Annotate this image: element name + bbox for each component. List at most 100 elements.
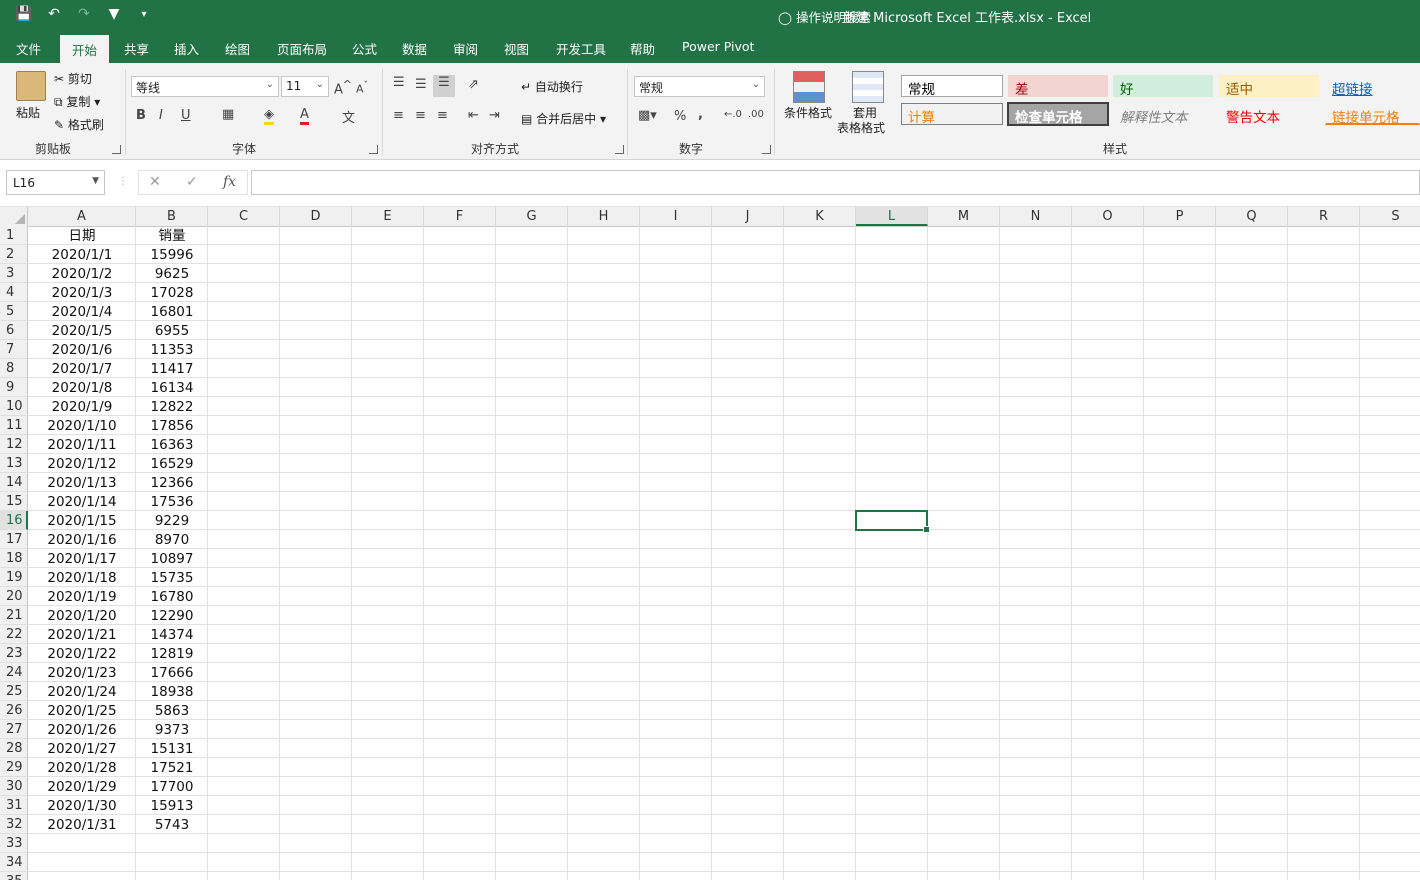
- cell-B23[interactable]: 12819: [136, 644, 208, 663]
- cell-A29[interactable]: 2020/1/28: [28, 758, 136, 777]
- grow-font-icon[interactable]: A^: [334, 78, 352, 97]
- increase-indent-icon[interactable]: ⇥: [489, 108, 500, 123]
- cell-style-7[interactable]: 解释性文本: [1113, 103, 1213, 126]
- row-header-7[interactable]: 7: [0, 340, 28, 359]
- customize-icon[interactable]: ▾: [134, 9, 154, 20]
- row-header-3[interactable]: 3: [0, 264, 28, 283]
- row-header-20[interactable]: 20: [0, 587, 28, 606]
- tab-8[interactable]: 审阅: [453, 39, 478, 58]
- cell-A22[interactable]: 2020/1/21: [28, 625, 136, 644]
- cell-style-1[interactable]: 差: [1008, 75, 1108, 98]
- column-header-A[interactable]: A: [28, 207, 136, 226]
- cell-B5[interactable]: 16801: [136, 302, 208, 321]
- cell-A10[interactable]: 2020/1/9: [28, 397, 136, 416]
- cell-B27[interactable]: 9373: [136, 720, 208, 739]
- column-header-P[interactable]: P: [1144, 207, 1216, 226]
- cell-A18[interactable]: 2020/1/17: [28, 549, 136, 568]
- cell-B28[interactable]: 15131: [136, 739, 208, 758]
- tell-me-search[interactable]: ◯ 操作说明搜索: [778, 7, 871, 26]
- align-center-icon[interactable]: ≡: [415, 108, 426, 123]
- cell-B22[interactable]: 14374: [136, 625, 208, 644]
- number-launcher[interactable]: [762, 145, 771, 154]
- column-header-S[interactable]: S: [1360, 207, 1420, 226]
- row-header-14[interactable]: 14: [0, 473, 28, 492]
- column-header-K[interactable]: K: [784, 207, 856, 226]
- column-header-Q[interactable]: Q: [1216, 207, 1288, 226]
- cell-style-2[interactable]: 好: [1113, 75, 1213, 98]
- cell-B9[interactable]: 16134: [136, 378, 208, 397]
- column-header-L[interactable]: L: [856, 207, 928, 226]
- insert-function-icon[interactable]: fx: [223, 174, 236, 190]
- formula-input[interactable]: [251, 170, 1420, 195]
- cell-A27[interactable]: 2020/1/26: [28, 720, 136, 739]
- conditional-format-icon[interactable]: [793, 71, 825, 103]
- paste-icon[interactable]: [16, 71, 46, 101]
- align-bottom-icon[interactable]: ☰: [433, 75, 455, 97]
- row-header-6[interactable]: 6: [0, 321, 28, 340]
- number-format-combo[interactable]: 常规 ⌄: [634, 76, 765, 97]
- cell-A23[interactable]: 2020/1/22: [28, 644, 136, 663]
- cell-A32[interactable]: 2020/1/31: [28, 815, 136, 834]
- cancel-icon[interactable]: ✕: [149, 174, 161, 190]
- cell-A16[interactable]: 2020/1/15: [28, 511, 136, 530]
- cell-B8[interactable]: 11417: [136, 359, 208, 378]
- orientation-icon[interactable]: ⇗: [468, 77, 479, 92]
- align-right-icon[interactable]: ≡: [437, 108, 448, 123]
- cell-B10[interactable]: 12822: [136, 397, 208, 416]
- column-header-N[interactable]: N: [1000, 207, 1072, 226]
- name-box[interactable]: L16 ▼: [6, 170, 105, 195]
- row-header-29[interactable]: 29: [0, 758, 28, 777]
- comma-button[interactable]: ,: [698, 107, 703, 122]
- font-color-icon[interactable]: A: [300, 107, 309, 125]
- row-header-1[interactable]: 1: [0, 226, 28, 245]
- tab-11[interactable]: 帮助: [630, 39, 655, 58]
- row-header-21[interactable]: 21: [0, 606, 28, 625]
- tab-7[interactable]: 数据: [402, 39, 427, 58]
- cell-A3[interactable]: 2020/1/2: [28, 264, 136, 283]
- row-header-10[interactable]: 10: [0, 397, 28, 416]
- cell-style-5[interactable]: 计算: [901, 103, 1003, 126]
- accounting-format-icon[interactable]: ▩▾: [638, 108, 657, 123]
- column-header-I[interactable]: I: [640, 207, 712, 226]
- cell-style-4[interactable]: 超链接: [1325, 75, 1415, 98]
- copy-button[interactable]: ⧉ 复制 ▾: [54, 93, 100, 110]
- cell-A7[interactable]: 2020/1/6: [28, 340, 136, 359]
- selected-cell[interactable]: [855, 510, 930, 533]
- row-header-22[interactable]: 22: [0, 625, 28, 644]
- decrease-indent-icon[interactable]: ⇤: [468, 108, 479, 123]
- table-format-icon[interactable]: [852, 71, 884, 103]
- cell-A17[interactable]: 2020/1/16: [28, 530, 136, 549]
- tab-0[interactable]: 文件: [16, 39, 41, 58]
- cell-A9[interactable]: 2020/1/8: [28, 378, 136, 397]
- cell-B25[interactable]: 18938: [136, 682, 208, 701]
- paste-button[interactable]: 粘贴: [16, 104, 40, 121]
- tab-10[interactable]: 开发工具: [556, 39, 606, 58]
- border-icon[interactable]: ▦: [222, 107, 234, 122]
- column-header-F[interactable]: F: [424, 207, 496, 226]
- redo-icon[interactable]: ↷: [74, 6, 94, 22]
- cell-B4[interactable]: 17028: [136, 283, 208, 302]
- cell-B24[interactable]: 17666: [136, 663, 208, 682]
- format-painter-button[interactable]: ✎ 格式刷: [54, 116, 104, 133]
- tab-5[interactable]: 页面布局: [277, 39, 327, 58]
- cell-A21[interactable]: 2020/1/20: [28, 606, 136, 625]
- row-header-30[interactable]: 30: [0, 777, 28, 796]
- cell-B21[interactable]: 12290: [136, 606, 208, 625]
- cell-B14[interactable]: 12366: [136, 473, 208, 492]
- cell-B13[interactable]: 16529: [136, 454, 208, 473]
- cell-A15[interactable]: 2020/1/14: [28, 492, 136, 511]
- tab-6[interactable]: 公式: [352, 39, 377, 58]
- align-left-icon[interactable]: ≡: [393, 108, 404, 123]
- cell-style-8[interactable]: 警告文本: [1219, 103, 1319, 126]
- cell-B20[interactable]: 16780: [136, 587, 208, 606]
- decrease-decimal-icon[interactable]: .00: [748, 109, 764, 120]
- cell-A4[interactable]: 2020/1/3: [28, 283, 136, 302]
- cell-A24[interactable]: 2020/1/23: [28, 663, 136, 682]
- cell-B6[interactable]: 6955: [136, 321, 208, 340]
- cell-style-0[interactable]: 常规: [901, 75, 1003, 98]
- cell-A11[interactable]: 2020/1/10: [28, 416, 136, 435]
- cell-B2[interactable]: 15996: [136, 245, 208, 264]
- row-header-35[interactable]: 35: [0, 872, 28, 880]
- enter-icon[interactable]: ✓: [186, 174, 198, 190]
- cell-A19[interactable]: 2020/1/18: [28, 568, 136, 587]
